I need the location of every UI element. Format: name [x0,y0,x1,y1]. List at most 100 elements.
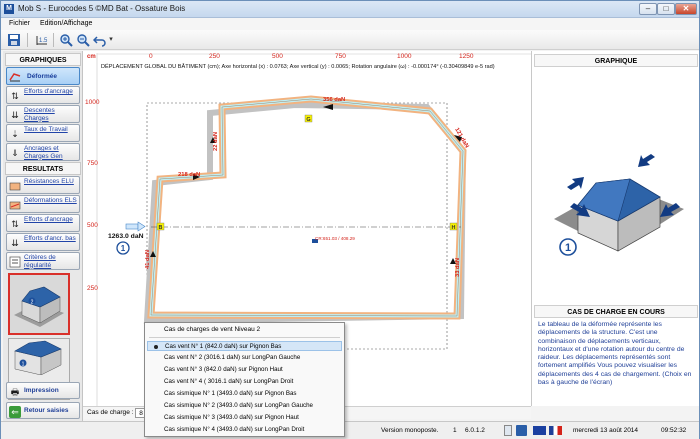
context-menu-item-label: Cas sismique N° 4 (3493.0 daN) sur LongP… [164,426,305,433]
house-3d-view: 1 [554,154,684,256]
btn-efforts-ancrage-result-label: Efforts d'ancrage [24,216,73,223]
load-descent-icon: ⇊ [11,110,19,120]
wind-case-badge: 1 [121,244,126,253]
btn-criteres-regularite-label: Critères de régularité [24,254,56,269]
menu-edition-affichage[interactable]: Edition/Affichage [40,18,92,30]
app-icon: M [4,4,14,14]
context-menu-item[interactable]: Cas vent N° 2 (3016.1 daN) sur LongPan G… [147,353,342,363]
thumbnail-badge-1: 1 [22,362,25,368]
force-label-22: 22 daN [213,132,219,151]
ruler-y-label: 1000 [85,99,100,106]
context-menu-item[interactable]: Cas sismique N° 2 (3493.0 daN) sur LongP… [147,401,342,411]
deformee-icon [9,71,21,83]
status-version: Version monoposte. [381,427,439,434]
menu-fichier[interactable]: Fichier [9,18,30,30]
force-label-41: 41 daN [145,250,151,269]
eu-flag-icon[interactable] [533,426,546,435]
anchor-forces-icon: ⇅ [11,91,19,101]
context-menu-item[interactable]: Cas sismique N° 3 (3493.0 daN) sur Pigno… [147,413,342,423]
ruler-y-label: 500 [87,222,98,229]
context-menu-item-label: Cas sismique N° 1 (3493.0 daN) sur Pigno… [164,390,297,397]
btn-descentes-charges[interactable]: ⇊ Descentes Charges [6,105,80,123]
btn-resistances-elu[interactable]: Résistances ELU [6,176,80,194]
context-menu-item-label: Cas vent N° 1 (842.0 daN) sur Pignon Bas [165,343,282,350]
load-value: 1263.0 daN [108,233,144,240]
ruler-unit: cm [87,54,96,60]
context-menu-item[interactable]: Cas vent N° 4 ( 3016.1 daN) sur LongPan … [147,377,342,387]
context-menu-header: Cas de charges de vent Niveau 2 [164,326,261,333]
btn-deformee[interactable]: Déformée [6,67,80,85]
resistance-elu-icon [9,180,21,192]
btn-deformations-els[interactable]: Déformations ELS [6,195,80,213]
context-menu-item[interactable]: Cas sismique N° 4 (3493.0 daN) sur LongP… [147,425,342,435]
zoom-in-icon[interactable] [59,33,73,47]
btn-criteres-regularite[interactable]: Critères de régularité [6,252,80,270]
window-title: Mob S - Eurocodes 5 ©MD Bat - Ossature B… [18,4,186,13]
axis-label-g: G [306,117,310,123]
right-panel: GRAPHIQUE 1 CAS DE CHARGE EN COURS Le ta… [531,51,699,406]
toolbar-separator [27,33,28,47]
thumbnail-level-2[interactable]: 2 [8,273,70,335]
btn-deformations-els-label: Déformations ELS [24,197,77,204]
context-menu-item[interactable]: Cas sismique N° 1 (3493.0 daN) sur Pigno… [147,389,342,399]
ruler-y-label: 250 [87,285,98,292]
menu-bar: Fichier Edition/Affichage [1,18,699,30]
close-button[interactable]: ✕ [675,3,697,15]
work-rate-icon: ⇣ [11,129,19,139]
btn-descentes-charges-label: Descentes Charges [24,107,55,122]
btn-taux-travail[interactable]: ⇣ Taux de Travail [6,124,80,142]
ruler-y-label: 750 [87,160,98,167]
printer-icon: 🖶 [10,387,20,397]
context-menu-item-label: Cas vent N° 2 (3016.1 daN) sur LongPan G… [164,354,301,361]
settings-icon[interactable] [516,425,527,436]
axis-label-b: B [159,225,163,231]
graphiques-header: GRAPHIQUES [5,53,81,66]
context-menu-item[interactable]: Cas vent N° 3 (842.0 daN) sur Pignon Hau… [147,365,342,375]
save-icon[interactable] [7,33,21,47]
fr-flag-icon[interactable] [549,426,562,435]
status-build: 6.0.1.2 [465,427,485,434]
app-window: M Mob S - Eurocodes 5 ©MD Bat - Ossature… [0,0,700,439]
btn-resistances-elu-label: Résistances ELU [24,178,74,185]
maximize-button[interactable]: □ [657,3,675,15]
anchor-forces-icon: ⇅ [11,219,19,229]
context-menu-item-label: Cas vent N° 4 ( 3016.1 daN) sur LongPan … [164,378,294,385]
undo-dropdown-icon[interactable]: ▾ [107,33,115,47]
toolbar-separator [53,33,54,47]
axis-label-h: H [452,225,456,231]
btn-deformee-label: Déformée [27,73,57,80]
btn-efforts-ancrage[interactable]: ⇅ Efforts d'ancrage [6,86,80,104]
status-num: 1 [453,427,457,434]
ruler-x-label: 1250 [459,53,474,60]
btn-efforts-ancrage-label: Efforts d'ancrage [24,88,73,95]
status-time: 09:52:32 [661,427,687,434]
btn-efforts-ancrage-result[interactable]: ⇅ Efforts d'ancrage [6,214,80,232]
help-icon[interactable] [504,425,512,436]
ruler-x-label: 1000 [397,53,412,60]
retour-saisies-button[interactable]: ⇐ Retour saisies [6,402,80,419]
minimize-button[interactable]: – [639,3,657,15]
ruler-x-label: 500 [272,53,283,60]
status-date: mercredi 13 août 2014 [573,427,639,434]
context-menu-item-label: Cas vent N° 3 (842.0 daN) sur Pignon Hau… [164,366,283,373]
impression-button[interactable]: 🖶 Impression [6,382,80,399]
btn-ancrages-charges[interactable]: ⇓ Ancrages et Charges Gen [6,143,80,161]
btn-taux-travail-label: Taux de Travail [24,126,68,133]
cas-de-charge-header: CAS DE CHARGE EN COURS [534,305,698,318]
zoom-out-icon[interactable] [76,33,90,47]
undo-icon[interactable] [92,33,107,47]
status-bar: Version monoposte. 1 6.0.1.2 mercredi 13… [1,421,699,439]
anchor-bottom-icon: ⇊ [11,238,19,248]
ruler-x-label: 0 [149,53,153,60]
context-menu-item[interactable]: Cas vent N° 1 (842.0 daN) sur Pignon Bas [147,341,342,351]
btn-efforts-ancr-bas[interactable]: ⇊ Efforts d'ancr. bas [6,233,80,251]
ruler-x-label: 750 [335,53,346,60]
force-label-33: 33 daN [455,258,461,277]
ruler-x-label: 250 [209,53,220,60]
context-menu-separator [149,337,340,338]
resultats-header: RESULTATS [5,162,81,175]
title-bar: M Mob S - Eurocodes 5 ©MD Bat - Ossature… [1,1,699,18]
dimension-icon[interactable]: 1.5 [35,33,49,47]
svg-text:1.5: 1.5 [39,38,48,44]
btn-ancrages-charges-label: Ancrages et Charges Gen [24,145,63,160]
